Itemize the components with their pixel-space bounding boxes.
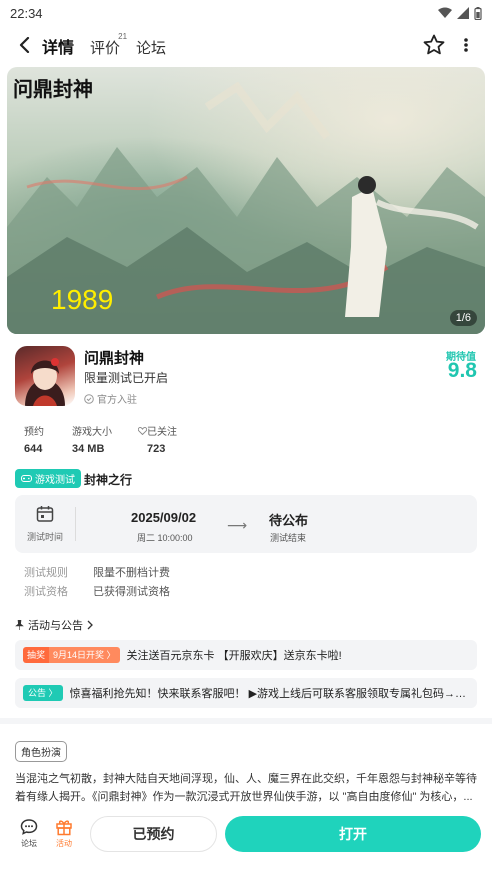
test-name: 封神之行 (84, 473, 133, 487)
gift-icon (56, 820, 72, 836)
forum-button[interactable]: 论坛 (14, 818, 44, 849)
wifi-icon (438, 7, 452, 18)
signal-icon (457, 7, 469, 19)
stat-size: 游戏大小 34 MB (72, 423, 138, 455)
verified-icon (84, 393, 94, 404)
event-text: 惊喜福利抢先知！快来联系客服吧！ ▶游戏上线后可联系客服领取专属礼包码→礼... (69, 688, 469, 700)
tab-forum[interactable]: 论坛 (136, 37, 166, 58)
rule-value: 限量不删档计费 (93, 567, 170, 579)
review-count: 21 (118, 32, 128, 41)
events-section-header[interactable]: 活动与公告 (15, 617, 93, 633)
lottery-badge: 抽奖 9月14日开奖 〉 (23, 647, 120, 663)
event-item-lottery[interactable]: 抽奖 9月14日开奖 〉 关注送百元京东卡 【开服欢庆】送京东卡啦! (15, 640, 477, 670)
activity-button[interactable]: 活动 (49, 818, 79, 849)
favorite-button[interactable] (422, 33, 446, 57)
banner-counter: 1/6 (449, 310, 477, 326)
rule-key: 测试规则 (24, 567, 68, 579)
stat-label: 预约 (24, 427, 44, 438)
character-portrait (25, 358, 65, 406)
stat-followers: 已关注 723 (137, 423, 177, 455)
stat-label: 已关注 (147, 427, 177, 438)
status-bar: 22:34 (0, 0, 492, 26)
test-end-status: 待公布 (269, 513, 309, 528)
game-description: 当混沌之气初散，封神大陆自天地间浮现，仙、人、魔三界在此交织，千年恩怨与封神秘辛… (15, 773, 477, 803)
calendar-icon (36, 506, 54, 522)
test-end-label: 测试结束 (270, 533, 307, 543)
test-schedule-card: 测试时间 2025/09/02 周二 10:00:00 ⟶ 待公布 测试结束 (15, 495, 477, 553)
tab-details[interactable]: 详情 (42, 34, 75, 59)
banner-logo: 问鼎封神 (13, 77, 93, 101)
game-stats: 预约 644 游戏大小 34 MB 已关注 723 (24, 423, 177, 455)
more-button[interactable] (458, 33, 474, 57)
official-badge: 官方入驻 (84, 391, 137, 406)
activity-label: 活动 (56, 839, 72, 848)
reserved-button[interactable]: 已预约 (90, 816, 217, 852)
banner-year: 1989 (51, 284, 113, 313)
status-time: 22:34 (10, 5, 43, 21)
rule-row: 测试资格 已获得测试资格 (24, 583, 170, 602)
calendar-label: 测试时间 (27, 532, 64, 542)
bottom-action-bar: 论坛 活动 已预约 打开 (0, 810, 492, 875)
test-tag-label: 游戏测试 (35, 475, 75, 486)
stat-value: 644 (24, 443, 43, 455)
test-time-block: 测试时间 (27, 505, 63, 543)
official-label: 官方入驻 (97, 395, 137, 406)
heart-icon (137, 427, 148, 436)
section-divider (0, 718, 492, 724)
rule-value: 已获得测试资格 (93, 586, 170, 598)
tab-bar: 详情 评价 21 论坛 (42, 32, 166, 59)
arrow-right-icon: ⟶ (227, 517, 248, 533)
stat-label: 游戏大小 (72, 427, 112, 438)
test-tag: 游戏测试 (15, 469, 81, 488)
tab-forum-label: 论坛 (136, 40, 167, 57)
game-subtitle: 限量测试已开启 (84, 371, 169, 385)
rule-row: 测试规则 限量不删档计费 (24, 564, 170, 583)
chevron-left-icon (19, 37, 30, 53)
stat-value: 723 (147, 443, 166, 455)
more-vertical-icon (464, 38, 468, 52)
stat-value: 34 MB (72, 443, 105, 455)
event-text: 关注送百元京东卡 【开服欢庆】送京东卡啦! (126, 650, 342, 662)
expect-score: 9.8 (447, 359, 477, 382)
banner-year-text: 1989 (51, 284, 113, 313)
stat-reservations: 预约 644 (24, 423, 72, 455)
lottery-badge-date: 9月14日开奖 〉 (49, 647, 120, 663)
tab-reviews-label: 评价 (90, 40, 121, 57)
game-icon-image (15, 346, 75, 406)
chevron-right-icon (87, 620, 93, 630)
top-nav: 详情 评价 21 论坛 (0, 28, 492, 62)
banner-carousel[interactable]: 问鼎封神 1989 1/6 (7, 67, 485, 334)
pin-icon (15, 620, 24, 630)
battery-icon (474, 6, 482, 20)
forum-label: 论坛 (21, 839, 37, 848)
open-button[interactable]: 打开 (225, 816, 481, 852)
gamepad-icon (21, 475, 32, 482)
game-title: 问鼎封神 (84, 350, 145, 367)
divider (75, 507, 76, 541)
tab-details-label: 详情 (42, 40, 75, 57)
test-start-time: 周二 10:00:00 (137, 533, 193, 543)
rule-key: 测试资格 (24, 586, 68, 598)
chat-bubble-icon (20, 819, 38, 835)
genre-tag[interactable]: 角色扮演 (15, 741, 67, 762)
test-rules: 测试规则 限量不删档计费 测试资格 已获得测试资格 (24, 564, 170, 602)
notice-badge: 公告 〉 (23, 685, 63, 701)
back-button[interactable] (14, 34, 36, 56)
event-item-notice[interactable]: 公告 〉 惊喜福利抢先知！快来联系客服吧！ ▶游戏上线后可联系客服领取专属礼包码… (15, 678, 477, 708)
events-title: 活动与公告 (28, 620, 83, 632)
test-start-date: 2025/09/02 (131, 510, 197, 525)
lottery-badge-type: 抽奖 (23, 647, 50, 663)
star-icon (423, 34, 445, 55)
tab-reviews[interactable]: 评价 21 (90, 32, 127, 58)
status-icons (438, 6, 482, 20)
